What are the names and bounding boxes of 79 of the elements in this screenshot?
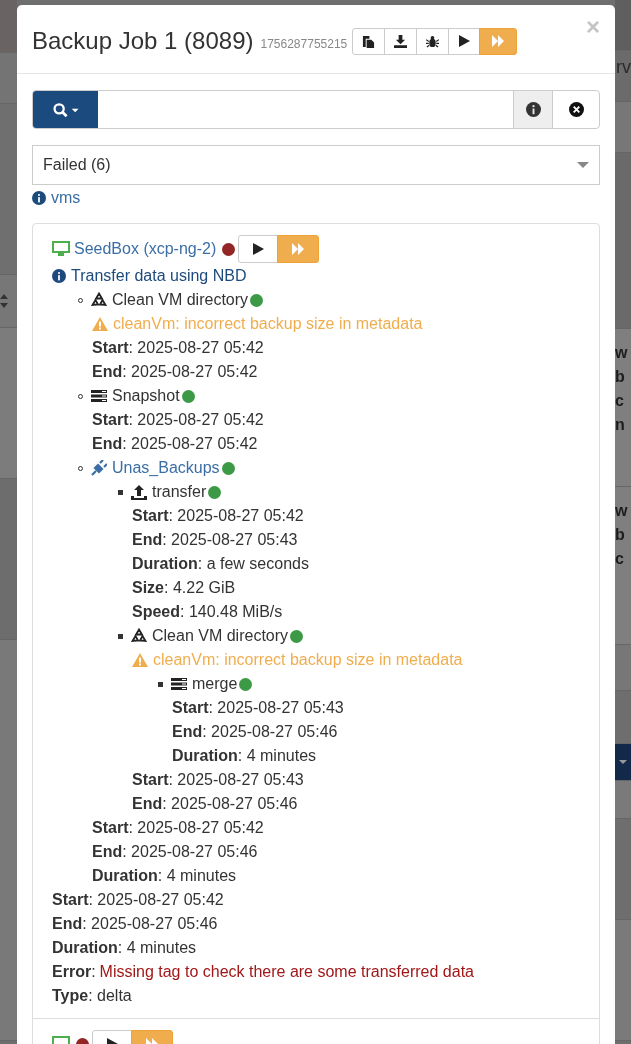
field-text: End: 2025-08-27 05:46 [132,795,298,813]
search-field[interactable] [32,90,600,129]
warning-text: cleanVm: incorrect backup size in metadata [113,315,423,333]
search-icon [50,101,81,118]
field-text: Duration: 4 minutes [172,747,317,765]
fast-forward-icon [491,35,506,47]
vms-link[interactable]: vms [51,189,81,207]
upload-icon [131,484,147,500]
task-title: Clean VM directory [152,627,289,645]
field-text: Duration: 4 minutes [92,867,237,885]
info-text: Transfer data using NBD [71,267,247,285]
play-button[interactable] [238,235,279,263]
field-text: Error: [52,963,96,981]
monitor-icon [52,241,70,257]
warning-icon [92,317,108,331]
field-text: Start: 2025-08-27 05:42 [92,411,264,429]
download-icon [394,34,408,48]
warning-icon [132,653,148,667]
background-text: b [615,525,626,545]
field-text: Type: delta [52,987,132,1005]
error-message: Missing tag to check there are some transferred data [99,963,474,981]
background-text: c [615,391,625,411]
field-text: Start: 2025-08-27 05:42 [52,891,224,909]
background-text: w [615,501,629,521]
status-dropdown[interactable]: Failed (6) [32,145,600,185]
dropdown-button[interactable] [615,744,631,781]
bullet-icon [118,633,123,639]
caret-icon [577,162,589,168]
field-text: Start: 2025-08-27 05:42 [92,819,264,837]
bug-icon [426,34,440,48]
copy-button[interactable] [352,27,386,55]
field-text: End: 2025-08-27 05:42 [92,363,258,381]
task-title: Clean VM directory [112,291,249,309]
server-icon [91,389,107,403]
background-text: c [615,549,625,569]
task-title: merge [192,675,238,693]
clear-icon [568,102,584,117]
play-icon [252,243,265,255]
field-text: End: 2025-08-27 05:46 [52,915,218,933]
bug-button[interactable] [416,27,450,55]
bullet-icon [158,681,163,687]
copy-icon [362,34,376,48]
plug-icon [91,460,107,476]
task-title: transfer [152,483,207,501]
field-text: Duration: 4 minutes [52,939,197,957]
field-text: Start: 2025-08-27 05:43 [132,771,304,789]
task-title: Snapshot [112,387,180,405]
remote-link[interactable]: Unas_Backups [112,459,220,477]
field-text: Size: 4.22 GiB [132,579,236,597]
info-icon [525,102,541,117]
caret-icon[interactable] [619,760,627,764]
background-text: n [615,415,626,435]
job-id: 1756287755215 [260,36,348,51]
download-button[interactable] [384,27,418,55]
info-button[interactable] [513,91,552,128]
sort-icon[interactable] [0,294,8,308]
play-icon [458,35,471,47]
field-text: End: 2025-08-27 05:43 [132,531,298,549]
info-icon [52,269,66,283]
modal-title: Backup Job 1 (8089) [32,27,254,55]
warning-text: cleanVm: incorrect backup size in metadata [153,651,463,669]
field-text: Start: 2025-08-27 05:42 [132,507,304,525]
server-icon [171,677,187,691]
field-text: Duration: a few seconds [132,555,309,573]
field-text: Speed: 140.48 MiB/s [132,603,283,621]
fast-forward-icon [291,243,306,255]
background-text: rv [616,56,631,79]
field-text: Start: 2025-08-27 05:43 [172,699,344,717]
info-icon [32,191,46,205]
play-button[interactable] [448,27,481,55]
search-button[interactable] [33,91,98,128]
background-text: b [615,367,626,387]
field-text: Start: 2025-08-27 05:42 [92,339,264,357]
vm-link[interactable]: SeedBox (xcp-ng-2) [74,240,217,258]
field-text: End: 2025-08-27 05:46 [92,843,258,861]
field-text: End: 2025-08-27 05:42 [92,435,258,453]
background-text: w [615,343,629,363]
field-text: End: 2025-08-27 05:46 [172,723,338,741]
bullet-icon [118,489,123,495]
